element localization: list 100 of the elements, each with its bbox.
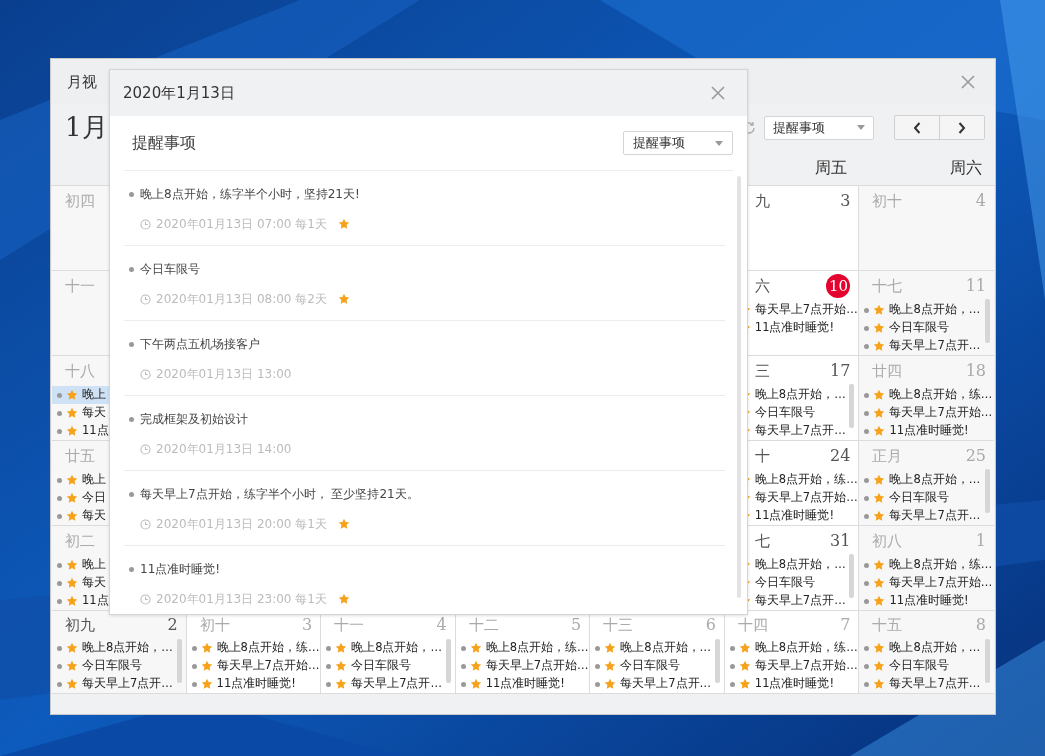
event-title: 晚上8点开始，练… <box>754 639 858 657</box>
day-number: 4 <box>436 614 447 636</box>
event-title: 11点准时睡觉! <box>754 675 835 693</box>
event-title: 晚上8点开始，练… <box>754 471 858 489</box>
reminder-time: 2020年01月13日 07:00 每1天 <box>156 216 327 233</box>
event-title: 11点准时睡觉! <box>485 675 565 693</box>
event-title: 晚上 <box>82 556 106 574</box>
lunar-date: 七 <box>753 530 770 552</box>
event-title: 晚上8点开始，… <box>82 639 173 657</box>
event-title: 今日车限号 <box>889 657 950 675</box>
event-title: 今日车限号 <box>889 489 950 507</box>
event-title: 每天早上7点开… <box>754 592 846 610</box>
event-title: 晚上8点开始，练… <box>216 639 320 657</box>
event-title: 今日车限号 <box>82 657 142 675</box>
event-title: 每天早上7点开始… <box>216 657 320 675</box>
event-title: 11点 <box>82 422 109 440</box>
reminder-title: 每天早上7点开始，练字半个小时， 至少坚持21天。 <box>140 486 419 503</box>
day-number: 3 <box>301 614 313 636</box>
reminder-title: 11点准时睡觉! <box>140 561 221 578</box>
reminder-title: 晚上8点开始，练字半个小时，坚持21天! <box>140 186 360 203</box>
event-title: 每天 <box>82 404 106 422</box>
event-title: 每天早上7点开… <box>889 337 981 355</box>
lunar-date: 十 <box>753 445 770 467</box>
event-title: 晚上8点开始，练… <box>889 386 993 404</box>
lunar-date: 六 <box>753 275 770 297</box>
lunar-date: 初十 <box>198 614 230 636</box>
event-title: 今日车限号 <box>351 657 412 675</box>
month-title: 1月 <box>65 111 108 144</box>
day-number: 4 <box>975 190 986 212</box>
event-title: 晚上8点开始，… <box>351 639 442 657</box>
event-title: 今日 <box>82 489 106 507</box>
lunar-date: 十七 <box>871 275 903 297</box>
event-title: 每天早上7点开… <box>351 675 442 693</box>
event-title: 今日车限号 <box>754 404 815 422</box>
day-number: 2 <box>167 614 178 636</box>
event-title: 每天早上7点开… <box>889 507 981 525</box>
lunar-date: 廿五 <box>64 445 95 467</box>
day-number: 31 <box>830 530 851 552</box>
event-title: 晚上8点开始，练… <box>485 639 589 657</box>
event-title: 今日车限号 <box>620 657 681 675</box>
event-title: 晚上 <box>82 386 106 404</box>
day-number: 17 <box>830 360 851 382</box>
event-title: 每天早上7点开始… <box>485 657 589 675</box>
lunar-date: 三 <box>753 360 770 382</box>
reminder-title: 今日车限号 <box>140 261 200 278</box>
section-heading: 提醒事项 <box>132 132 196 154</box>
lunar-date: 十八 <box>64 360 95 382</box>
lunar-date: 十一 <box>333 614 365 636</box>
day-number: 24 <box>830 445 851 467</box>
event-title: 今日车限号 <box>754 574 815 592</box>
lunar-date: 初二 <box>64 530 95 552</box>
event-title: 晚上8点开始，… <box>620 639 712 657</box>
day-number: 3 <box>840 190 851 212</box>
reminder-title: 下午两点五机场接客户 <box>140 336 260 353</box>
weekday-header: 周五 <box>815 156 848 179</box>
reminder-time: 2020年01月13日 08:00 每2天 <box>156 291 327 308</box>
lunar-date: 十三 <box>602 614 634 636</box>
lunar-date: 初八 <box>871 530 903 552</box>
event-title: 每天早上7点开… <box>82 675 173 693</box>
reminder-time: 2020年01月13日 14:00 <box>156 441 292 458</box>
event-title: 晚上8点开始，… <box>754 386 846 404</box>
event-title: 每天早上7点开始… <box>889 404 993 422</box>
lunar-date: 十五 <box>871 614 903 636</box>
day-number: 8 <box>975 614 986 636</box>
event-title: 晚上8点开始，… <box>754 556 846 574</box>
reminder-title: 完成框架及初始设计 <box>140 411 248 428</box>
event-title: 每天早上7点开始… <box>754 657 858 675</box>
lunar-date: 十四 <box>736 614 768 636</box>
day-number: 7 <box>840 614 851 636</box>
event-title: 每天早上7点开始… <box>754 301 858 319</box>
day-number: 11 <box>965 275 986 297</box>
lunar-date: 廿四 <box>871 360 903 382</box>
lunar-date: 九 <box>753 190 770 212</box>
event-title: 11点准时睡觉! <box>889 422 969 440</box>
event-title: 晚上8点开始，… <box>889 301 981 319</box>
day-number: 1 <box>975 530 986 552</box>
event-title: 每天早上7点开… <box>754 422 846 440</box>
event-title: 今日车限号 <box>889 319 950 337</box>
day-number: 18 <box>965 360 986 382</box>
today-badge: 10 <box>826 274 851 298</box>
lunar-date: 十一 <box>64 275 95 297</box>
event-title: 11点准时睡觉! <box>754 507 835 525</box>
event-title: 每天早上7点开始… <box>754 489 858 507</box>
day-number: 25 <box>965 445 986 467</box>
event-title: 每天 <box>82 574 106 592</box>
event-title: 11点准时睡觉! <box>889 592 969 610</box>
lunar-date: 初十 <box>871 190 903 212</box>
event-title: 晚上8点开始，… <box>889 471 981 489</box>
lunar-date: 正月 <box>871 445 903 467</box>
event-title: 每天早上7点开… <box>620 675 712 693</box>
lunar-date: 初九 <box>64 614 95 636</box>
event-title: 晚上 <box>82 471 106 489</box>
dialog-title: 2020年1月13日 <box>123 82 235 104</box>
window-title: 月视 <box>67 71 97 93</box>
reminder-time: 2020年01月13日 20:00 每1天 <box>156 516 327 533</box>
day-number: 6 <box>705 614 716 636</box>
lunar-date: 十二 <box>467 614 499 636</box>
reminder-time: 2020年01月13日 13:00 <box>156 366 292 383</box>
event-title: 11点准时睡觉! <box>216 675 296 693</box>
event-title: 11点 <box>82 592 109 610</box>
